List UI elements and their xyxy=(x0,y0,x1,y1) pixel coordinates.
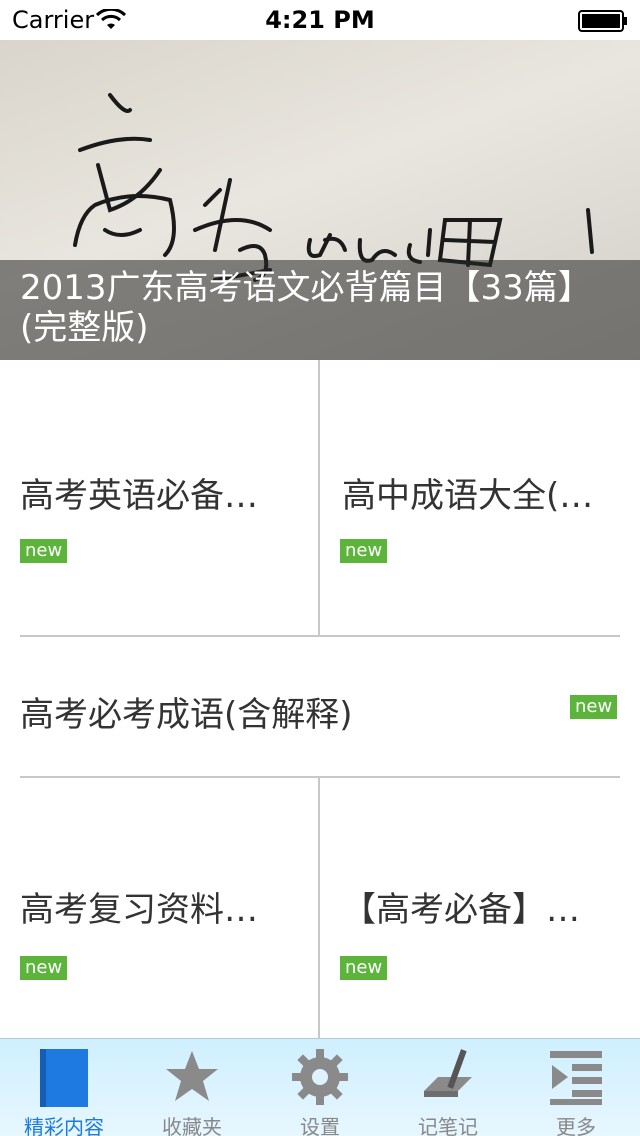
divider xyxy=(318,360,320,636)
tab-label: 精彩内容 xyxy=(24,1115,104,1136)
article-row[interactable]: 高考必考成语(含解释) xyxy=(0,637,640,776)
article-title: 高考英语必备… xyxy=(20,476,258,516)
featured-banner[interactable]: 2013广东高考语文必背篇目【33篇】(完整版) xyxy=(0,40,640,360)
gear-icon xyxy=(292,1049,348,1105)
tab-label: 更多 xyxy=(556,1115,596,1136)
divider xyxy=(318,778,320,1038)
new-badge: new xyxy=(20,539,68,563)
article-tile[interactable]: 高考复习资料… xyxy=(0,778,318,1038)
pen-icon xyxy=(424,1049,472,1097)
new-badge: new xyxy=(340,539,388,563)
tab-more[interactable]: 更多 xyxy=(512,1039,640,1136)
battery-icon xyxy=(578,10,627,32)
star-icon xyxy=(166,1051,218,1101)
banner-title: 2013广东高考语文必背篇目【33篇】(完整版) xyxy=(20,268,592,348)
article-tile[interactable]: 高中成语大全(… xyxy=(320,360,640,636)
tab-notes[interactable]: 记笔记 xyxy=(384,1039,512,1136)
article-tile[interactable]: 【高考必备】… xyxy=(320,778,640,1038)
tab-settings[interactable]: 设置 xyxy=(256,1039,384,1136)
tab-featured[interactable]: 精彩内容 xyxy=(0,1039,128,1136)
article-title: 高考复习资料… xyxy=(20,890,258,930)
article-title: 高考必考成语(含解释) xyxy=(20,695,353,735)
article-tile[interactable]: 高考英语必备… xyxy=(0,360,318,636)
new-badge: new xyxy=(20,956,68,980)
tab-bar: 精彩内容 收藏夹 设置 记笔记 更多 xyxy=(0,1038,640,1136)
list-icon xyxy=(550,1051,602,1105)
clock: 4:21 PM xyxy=(265,6,375,34)
tab-label: 收藏夹 xyxy=(162,1115,222,1136)
tab-label: 设置 xyxy=(300,1115,340,1136)
new-badge: new xyxy=(340,956,388,980)
article-title: 【高考必备】… xyxy=(342,890,580,930)
new-badge: new xyxy=(570,695,618,719)
article-title: 高中成语大全(… xyxy=(342,476,594,516)
status-bar: Carrier 4:21 PM xyxy=(0,0,640,40)
tab-label: 记笔记 xyxy=(418,1115,478,1136)
book-icon xyxy=(40,1049,88,1107)
tab-favorites[interactable]: 收藏夹 xyxy=(128,1039,256,1136)
